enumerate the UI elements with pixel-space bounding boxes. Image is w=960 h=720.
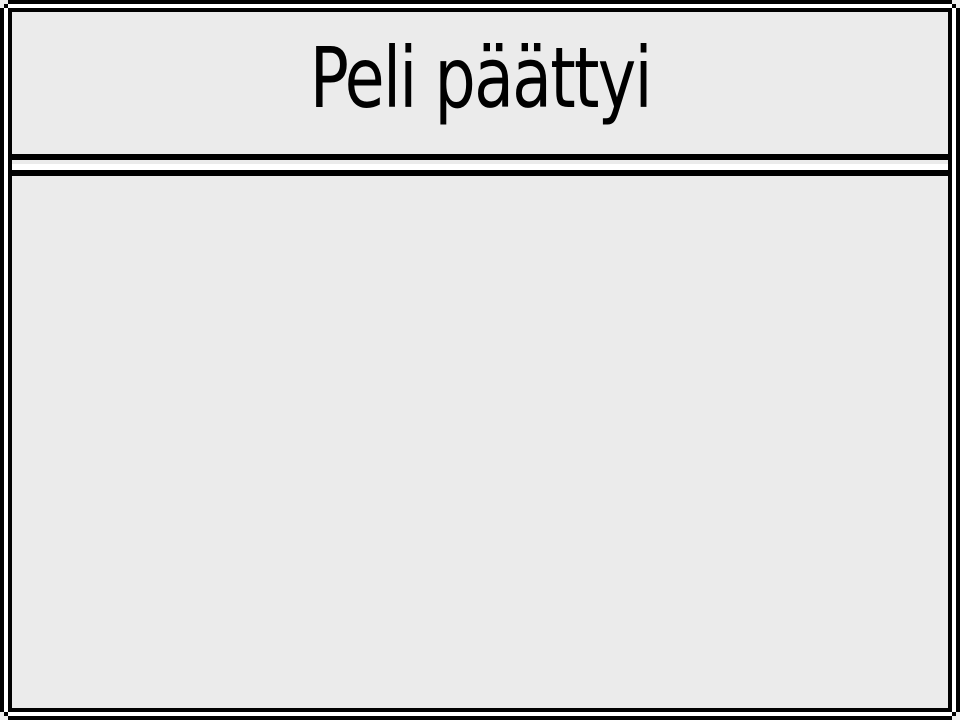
game-over-screen: Peli päättyi — [0, 0, 960, 720]
frame-corner-top-left — [0, 0, 8, 8]
frame-corner-bottom-right — [952, 712, 960, 720]
frame-corner-bottom-left — [0, 712, 8, 720]
frame-corner-top-right — [952, 0, 960, 8]
game-over-title: Peli päättyi — [309, 29, 652, 127]
content-panel — [12, 170, 948, 708]
title-panel: Peli päättyi — [12, 12, 948, 160]
